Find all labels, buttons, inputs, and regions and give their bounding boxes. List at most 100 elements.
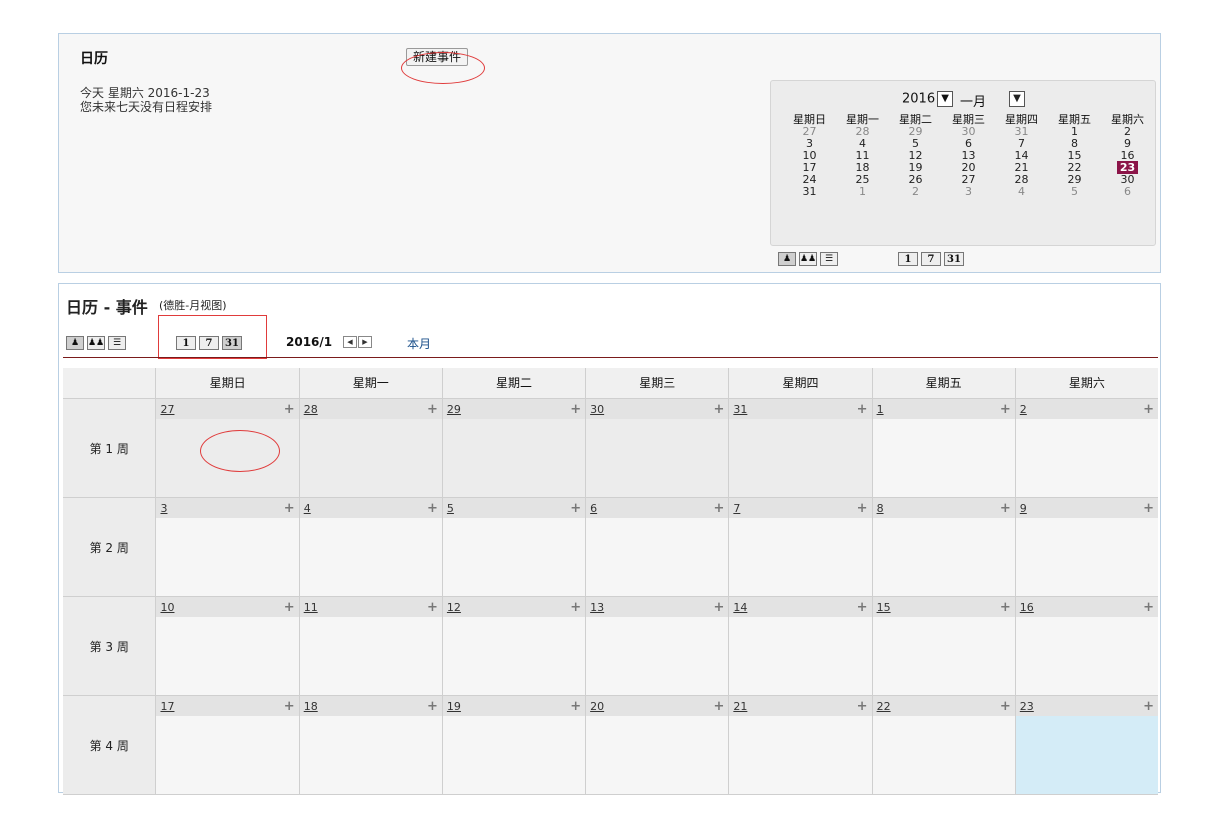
day-number-link[interactable]: 6 (590, 502, 597, 515)
month-view-button[interactable]: 31 (222, 336, 242, 350)
week-view-button[interactable]: 7 (199, 336, 219, 350)
day-cell[interactable]: 19 + (442, 696, 587, 794)
day-number-link[interactable]: 3 (160, 502, 167, 515)
day-cell[interactable]: 8 + (872, 498, 1016, 596)
day-cell[interactable]: 14 + (729, 597, 873, 695)
day-number-link[interactable]: 17 (160, 700, 174, 713)
day-number-link[interactable]: 11 (304, 601, 318, 614)
month-select[interactable]: 一月 (960, 91, 986, 110)
day-cell[interactable]: 21 + (729, 696, 873, 794)
day-cell[interactable]: 15 + (872, 597, 1016, 695)
day-body[interactable] (299, 716, 442, 794)
group-view-icon[interactable]: ♟♟ (87, 336, 105, 350)
add-event-icon[interactable]: + (713, 402, 724, 417)
day-body[interactable] (156, 518, 299, 596)
day-number-link[interactable]: 4 (304, 502, 311, 515)
add-event-icon[interactable]: + (427, 699, 438, 714)
day-number-link[interactable]: 5 (447, 502, 454, 515)
list-view-icon[interactable]: ☰ (820, 252, 838, 266)
day-number-link[interactable]: 31 (733, 403, 747, 416)
add-event-icon[interactable]: + (1143, 402, 1154, 417)
day-number-link[interactable]: 29 (447, 403, 461, 416)
day-cell[interactable]: 1 + (872, 399, 1016, 497)
add-event-icon[interactable]: + (857, 402, 868, 417)
day-cell[interactable]: 31 + (729, 399, 873, 497)
day-body[interactable] (156, 716, 299, 794)
day-number-link[interactable]: 1 (877, 403, 884, 416)
add-event-icon[interactable]: + (713, 699, 724, 714)
day-body[interactable] (156, 617, 299, 695)
day-body[interactable] (442, 716, 586, 794)
mini-day[interactable]: 3 (942, 186, 995, 198)
day-number-link[interactable]: 28 (304, 403, 318, 416)
day-cell[interactable]: 3 + (156, 498, 300, 596)
day-number-link[interactable]: 15 (877, 601, 891, 614)
add-event-icon[interactable]: + (857, 501, 868, 516)
mini-day[interactable]: 4 (995, 186, 1048, 198)
add-event-icon[interactable]: + (570, 501, 581, 516)
add-event-icon[interactable]: + (284, 402, 295, 417)
day-body[interactable] (586, 617, 729, 695)
day-number-link[interactable]: 19 (447, 700, 461, 713)
day-body[interactable] (1015, 716, 1159, 794)
day-cell[interactable]: 22 + (872, 696, 1016, 794)
day-body[interactable] (1015, 518, 1159, 596)
day-number-link[interactable]: 2 (1020, 403, 1027, 416)
mini-day[interactable]: 2 (889, 186, 942, 198)
day-cell[interactable]: 11 + (299, 597, 443, 695)
day-number-link[interactable]: 27 (160, 403, 174, 416)
add-event-icon[interactable]: + (284, 501, 295, 516)
day-body[interactable] (872, 419, 1015, 497)
add-event-icon[interactable]: + (427, 501, 438, 516)
day-cell[interactable]: 28 + (299, 399, 443, 497)
day-number-link[interactable]: 16 (1020, 601, 1034, 614)
day-cell-today[interactable]: 23 + (1015, 696, 1159, 794)
add-event-icon[interactable]: + (713, 501, 724, 516)
day-number-link[interactable]: 7 (733, 502, 740, 515)
day-body[interactable] (872, 617, 1015, 695)
add-event-icon[interactable]: + (1000, 600, 1011, 615)
year-select[interactable]: 2016 ▼ (902, 91, 954, 107)
day-body[interactable] (586, 419, 729, 497)
day-body[interactable] (729, 617, 872, 695)
day-body[interactable] (442, 617, 586, 695)
day-body[interactable] (442, 419, 586, 497)
day-body[interactable] (1015, 617, 1159, 695)
add-event-icon[interactable]: + (1000, 402, 1011, 417)
mini-day[interactable]: 6 (1101, 186, 1154, 198)
chevron-down-icon[interactable]: ▼ (1009, 91, 1025, 107)
add-event-icon[interactable]: + (570, 600, 581, 615)
day-number-link[interactable]: 10 (160, 601, 174, 614)
day-cell[interactable]: 18 + (299, 696, 443, 794)
day-number-link[interactable]: 9 (1020, 502, 1027, 515)
mini-day[interactable]: 1 (836, 186, 889, 198)
group-view-icon[interactable]: ♟♟ (799, 252, 817, 266)
single-user-view-icon[interactable]: ♟ (66, 336, 84, 350)
day-body[interactable] (729, 518, 872, 596)
add-event-icon[interactable]: + (713, 600, 724, 615)
add-event-icon[interactable]: + (1143, 501, 1154, 516)
day-number-link[interactable]: 20 (590, 700, 604, 713)
mini-day[interactable]: 31 (783, 186, 836, 198)
day-cell[interactable]: 12 + (442, 597, 587, 695)
day-number-link[interactable]: 18 (304, 700, 318, 713)
day-body[interactable] (442, 518, 586, 596)
day-body[interactable] (299, 518, 442, 596)
this-month-link[interactable]: 本月 (407, 335, 431, 352)
day-body[interactable] (586, 716, 729, 794)
single-user-view-icon[interactable]: ♟ (778, 252, 796, 266)
add-event-icon[interactable]: + (284, 600, 295, 615)
day-cell[interactable]: 6 + (586, 498, 730, 596)
add-event-icon[interactable]: + (857, 600, 868, 615)
day-body[interactable] (586, 518, 729, 596)
day-body[interactable] (299, 419, 442, 497)
day-number-link[interactable]: 13 (590, 601, 604, 614)
day-cell[interactable]: 29 + (442, 399, 587, 497)
day-number-link[interactable]: 21 (733, 700, 747, 713)
day-cell[interactable]: 16 + (1015, 597, 1159, 695)
add-event-icon[interactable]: + (1000, 699, 1011, 714)
day-number-link[interactable]: 14 (733, 601, 747, 614)
day-view-button[interactable]: 1 (898, 252, 918, 266)
day-body[interactable] (729, 419, 872, 497)
day-cell[interactable]: 9 + (1015, 498, 1159, 596)
